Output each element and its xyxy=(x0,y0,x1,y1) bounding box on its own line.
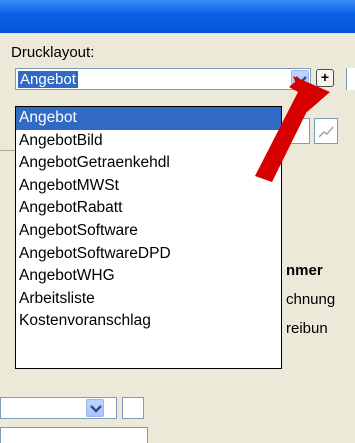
drucklayout-label: Drucklayout: xyxy=(11,44,95,61)
list-item[interactable]: AngebotSoftwareDPD xyxy=(16,243,281,266)
background-heading: nmer xyxy=(286,262,323,279)
combobox-selected-value: Angebot xyxy=(18,71,78,88)
chevron-down-icon xyxy=(295,76,307,84)
background-text-line: chnung xyxy=(286,291,336,308)
list-item[interactable]: AngebotSoftware xyxy=(16,220,281,243)
background-text-line: reibun xyxy=(286,320,328,337)
drucklayout-combobox[interactable]: Angebot xyxy=(15,68,311,90)
toolbar-button[interactable] xyxy=(286,118,310,144)
text-field[interactable] xyxy=(0,427,148,443)
list-item[interactable]: Arbeitsliste xyxy=(16,288,281,311)
dropdown-toggle-button[interactable] xyxy=(291,70,309,88)
list-item[interactable]: AngebotMWSt xyxy=(16,175,281,198)
checkbox[interactable] xyxy=(122,397,144,419)
secondary-dropdown-toggle[interactable] xyxy=(86,399,104,417)
list-item[interactable]: AngebotBild xyxy=(16,130,281,153)
add-layout-button[interactable]: + xyxy=(316,69,334,87)
list-item[interactable]: Kostenvoranschlag xyxy=(16,310,281,333)
list-item[interactable]: AngebotWHG xyxy=(16,265,281,288)
list-item[interactable]: AngebotGetraenkehdl xyxy=(16,152,281,175)
edit-button[interactable] xyxy=(314,118,338,144)
plus-icon: + xyxy=(320,69,330,85)
list-item[interactable]: AngebotRabatt xyxy=(16,197,281,220)
window-titlebar xyxy=(0,0,355,33)
chevron-down-icon xyxy=(90,405,102,413)
pen-icon xyxy=(318,126,334,138)
adjacent-field-edge xyxy=(346,68,355,90)
drucklayout-dropdown-list: Angebot AngebotBild AngebotGetraenkehdl … xyxy=(15,106,282,369)
list-item[interactable]: Angebot xyxy=(16,107,281,130)
